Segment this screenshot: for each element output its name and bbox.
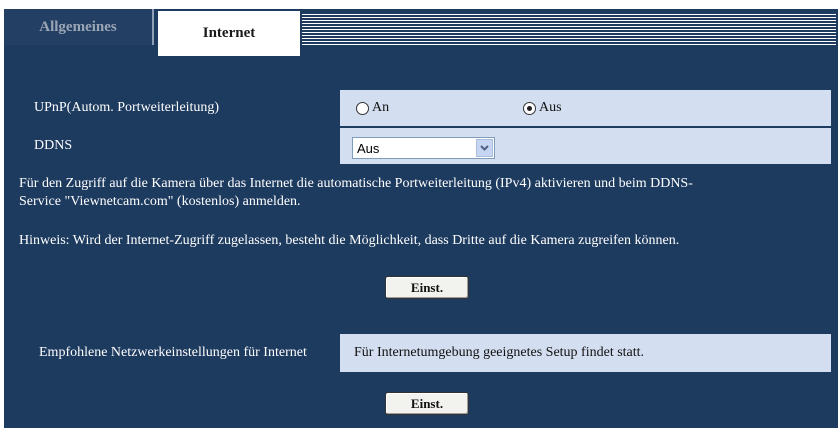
ddns-select-value: Aus [357, 140, 380, 156]
upnp-options: An Aus [340, 90, 831, 126]
radio-icon [356, 101, 369, 115]
tab-strip-decoration [300, 14, 836, 46]
set-button-recommended[interactable]: Einst. [385, 392, 469, 415]
info-text-line2: Service "Viewnetcam.com" (kostenlos) anm… [19, 194, 301, 209]
recommended-value: Für Internetumgebung geeignetes Setup fi… [340, 334, 831, 372]
upnp-radio-on-label: An [372, 100, 390, 115]
hint-text: Hinweis: Wird der Internet-Zugriff zugel… [19, 233, 680, 248]
info-text-line1: Für den Zugriff auf die Kamera über das … [19, 176, 693, 191]
upnp-label: UPnP(Autom. Portweiterleitung) [34, 100, 220, 115]
radio-checked-icon [523, 101, 536, 115]
upnp-radio-off[interactable]: Aus [523, 100, 562, 116]
tab-allgemeines[interactable]: Allgemeines [4, 9, 154, 45]
settings-panel: UPnP(Autom. Portweiterleitung) An Aus DD… [4, 56, 838, 428]
upnp-radio-off-label: Aus [539, 100, 562, 115]
set-button-ddns[interactable]: Einst. [385, 276, 469, 299]
tab-strip: Allgemeines Internet [0, 0, 840, 59]
ddns-select[interactable]: Aus [352, 137, 495, 159]
tab-internet[interactable]: Internet [156, 9, 302, 59]
recommended-label: Empfohlene Netzwerkeinstellungen für Int… [39, 345, 307, 360]
chevron-down-icon[interactable] [476, 139, 493, 157]
upnp-radio-on[interactable]: An [356, 100, 389, 116]
ddns-label: DDNS [34, 138, 73, 153]
